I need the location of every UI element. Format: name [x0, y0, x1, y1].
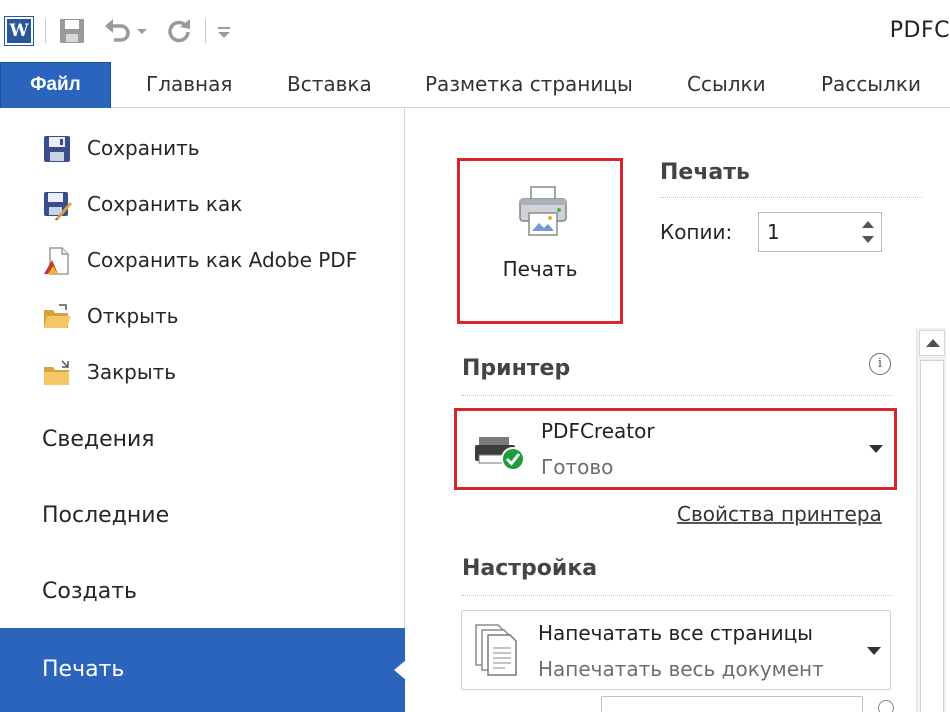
chevron-down-icon	[867, 647, 881, 655]
nav-recent[interactable]: Последние	[0, 478, 405, 554]
tab-page-layout[interactable]: Разметка страницы	[425, 62, 633, 108]
printer-name: PDFCreator	[541, 419, 655, 443]
nav-save[interactable]: Сохранить	[0, 120, 405, 176]
customize-qat-icon[interactable]	[212, 16, 236, 46]
printer-ready-icon	[475, 437, 525, 471]
section-divider	[660, 197, 922, 198]
nav-close[interactable]: Закрыть	[0, 344, 405, 400]
save-icon[interactable]	[57, 16, 87, 46]
print-range-subtitle: Напечатать весь документ	[538, 657, 824, 681]
next-setting-field[interactable]	[601, 696, 863, 712]
redo-icon[interactable]	[164, 16, 194, 46]
nav-label: Открыть	[87, 304, 179, 328]
info-icon[interactable]: i	[869, 353, 891, 375]
copies-value: 1	[767, 220, 780, 244]
scroll-up-button[interactable]	[919, 330, 945, 356]
save-as-icon	[44, 192, 72, 220]
copies-stepper[interactable]: 1	[758, 212, 882, 252]
printer-properties-link[interactable]: Свойства принтера	[677, 502, 882, 526]
backstage-nav: Сохранить Сохранить как Сохранить как Ad…	[0, 108, 406, 712]
print-range-select[interactable]: Напечатать все страницы Напечатать весь …	[461, 610, 891, 690]
printer-icon	[519, 186, 567, 236]
save-as-pdf-icon	[44, 247, 69, 275]
tab-mailings[interactable]: Рассылки	[821, 62, 921, 108]
nav-label: Создать	[42, 579, 137, 604]
nav-label: Сведения	[42, 427, 155, 452]
settings-heading: Настройка	[462, 556, 598, 581]
dropdown-icon[interactable]	[132, 16, 152, 46]
ribbon-tabs: Файл Главная Вставка Разметка страницы С…	[0, 62, 950, 108]
tab-home[interactable]: Главная	[146, 62, 232, 108]
print-panel: Печать Печать Копии: 1 Принтер i PDFCrea…	[406, 108, 950, 712]
active-indicator	[394, 660, 406, 680]
info-icon[interactable]	[878, 700, 894, 712]
section-divider	[462, 395, 892, 396]
nav-label: Сохранить	[87, 136, 200, 160]
printer-heading: Принтер	[462, 356, 571, 381]
nav-new[interactable]: Создать	[0, 554, 405, 630]
nav-save-as[interactable]: Сохранить как	[0, 176, 405, 232]
nav-label: Сохранить как	[87, 192, 243, 216]
printer-status: Готово	[541, 455, 614, 479]
nav-save-as-pdf[interactable]: Сохранить как Adobe PDF	[0, 232, 405, 288]
print-button-face: Печать	[464, 165, 616, 317]
nav-label: Закрыть	[87, 360, 177, 384]
spinner-arrows-icon[interactable]	[859, 217, 877, 247]
vertical-scrollbar[interactable]	[916, 328, 946, 712]
copies-label: Копии:	[660, 220, 733, 244]
word-logo-letter: W	[7, 19, 31, 43]
nav-info[interactable]: Сведения	[0, 402, 405, 478]
window-title: PDFC	[889, 18, 950, 43]
tab-insert[interactable]: Вставка	[287, 62, 372, 108]
chevron-down-icon	[869, 445, 883, 453]
toolbar-separator	[205, 19, 206, 43]
pages-icon	[475, 624, 517, 676]
tab-file[interactable]: Файл	[0, 62, 111, 108]
tab-references[interactable]: Ссылки	[687, 62, 766, 108]
nav-label: Последние	[42, 503, 170, 528]
printer-select[interactable]: PDFCreator Готово	[454, 408, 897, 490]
save-icon	[44, 136, 70, 162]
toolbar-separator	[45, 19, 46, 43]
arrow-up-icon	[926, 339, 940, 347]
print-button-label: Печать	[502, 257, 578, 281]
nav-open[interactable]: Открыть	[0, 288, 405, 344]
word-logo-icon[interactable]: W	[4, 16, 34, 46]
undo-icon[interactable]	[102, 16, 132, 46]
print-button[interactable]: Печать	[457, 158, 623, 324]
close-folder-icon	[44, 360, 69, 385]
nav-label: Печать	[42, 657, 125, 682]
nav-label: Сохранить как Adobe PDF	[87, 248, 358, 272]
print-heading: Печать	[660, 160, 750, 185]
print-range-title: Напечатать все страницы	[538, 621, 813, 645]
open-folder-icon	[44, 304, 71, 328]
scroll-thumb[interactable]	[920, 360, 944, 712]
quick-access-toolbar: W PDFC	[0, 0, 950, 62]
section-divider	[462, 595, 892, 596]
nav-print[interactable]: Печать	[0, 628, 406, 712]
